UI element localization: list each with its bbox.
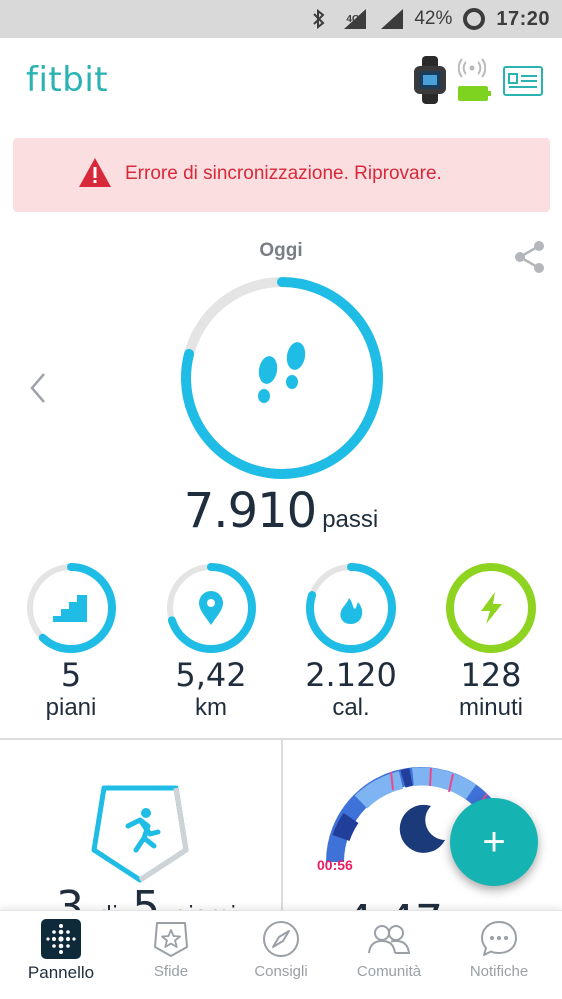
- status-bar: 4G 42% 17:20: [0, 0, 562, 38]
- add-fab-button[interactable]: +: [450, 798, 538, 886]
- nav-dashboard-label: Pannello: [27, 963, 95, 982]
- tracker-device-icon[interactable]: [410, 56, 450, 104]
- sleep-start-time: 00:56: [317, 857, 353, 873]
- wifi-signal-icon: [380, 8, 404, 30]
- bottom-navigation: Pannello Sfide Consigli Comunità Notific…: [0, 910, 562, 999]
- exercise-days-goal: 5: [132, 882, 161, 912]
- calories-unit: cal.: [332, 694, 370, 721]
- stairs-icon: [53, 595, 87, 622]
- clock: 17:20: [496, 7, 550, 30]
- flame-icon: [340, 598, 363, 624]
- nav-notifications[interactable]: Notifiche: [444, 919, 554, 980]
- sync-error-banner[interactable]: Errore di sincronizzazione. Riprovare.: [13, 138, 550, 212]
- stat-distance[interactable]: 5,42 km: [156, 562, 266, 722]
- battery-percent: 42%: [414, 8, 453, 29]
- star-badge-icon: [154, 922, 188, 957]
- steps-value: 7.910: [183, 483, 317, 539]
- nav-community[interactable]: Comunità: [334, 919, 444, 980]
- floors-unit: piani: [45, 694, 97, 721]
- distance-value: 5,42: [175, 656, 247, 694]
- nav-challenges-label: Sfide: [153, 963, 189, 980]
- network-type-label: 4G: [346, 14, 360, 25]
- distance-unit: km: [195, 694, 227, 721]
- compass-icon: [263, 921, 299, 957]
- mobile-signal-icon: 4G: [336, 7, 370, 31]
- stat-floors[interactable]: 5 piani: [16, 562, 126, 722]
- people-icon: [368, 925, 411, 954]
- warning-icon: [77, 156, 113, 195]
- steps-unit: passi: [322, 506, 379, 533]
- active-minutes-value: 128: [460, 656, 522, 694]
- nav-notifications-label: Notifiche: [469, 963, 529, 980]
- location-pin-icon: [199, 591, 223, 625]
- moon-icon: [399, 804, 445, 853]
- battery-ring-icon: [462, 7, 486, 31]
- exercise-days-done: 3: [56, 882, 84, 912]
- stat-active-minutes[interactable]: 128 minuti: [436, 562, 546, 722]
- sync-signal-icon: [457, 58, 487, 83]
- nav-guidance[interactable]: Consigli: [226, 919, 336, 980]
- calories-value: 2.120: [305, 656, 397, 694]
- floors-value: 5: [60, 656, 82, 694]
- previous-day-chevron-icon[interactable]: [28, 372, 48, 409]
- day-label: Oggi: [259, 240, 303, 261]
- nav-dashboard[interactable]: Pannello: [6, 919, 116, 983]
- footsteps-icon: [258, 342, 306, 403]
- nav-community-label: Comunità: [356, 963, 422, 980]
- fitbit-logo: fitbit: [26, 60, 109, 100]
- tracker-battery-icon: [458, 86, 491, 101]
- app-header: fitbit: [0, 38, 562, 126]
- chat-bubble-icon: [481, 921, 517, 956]
- steps-summary: 7.910 passi: [0, 483, 562, 539]
- exercise-tile[interactable]: 3 di 5 giorni: [0, 740, 281, 912]
- steps-progress-ring[interactable]: [176, 272, 388, 484]
- stat-calories[interactable]: 2.120 cal.: [296, 562, 406, 722]
- nav-guidance-label: Consigli: [254, 963, 308, 980]
- sync-error-message: Errore di sincronizzazione. Riprovare.: [125, 163, 442, 184]
- profile-card-icon[interactable]: [503, 66, 543, 96]
- active-minutes-unit: minuti: [458, 694, 524, 721]
- nav-challenges[interactable]: Sfide: [116, 919, 226, 980]
- running-badge-icon: [91, 785, 189, 883]
- share-icon[interactable]: [514, 240, 546, 279]
- dashboard-icon: [41, 919, 81, 959]
- bluetooth-icon: [312, 9, 326, 29]
